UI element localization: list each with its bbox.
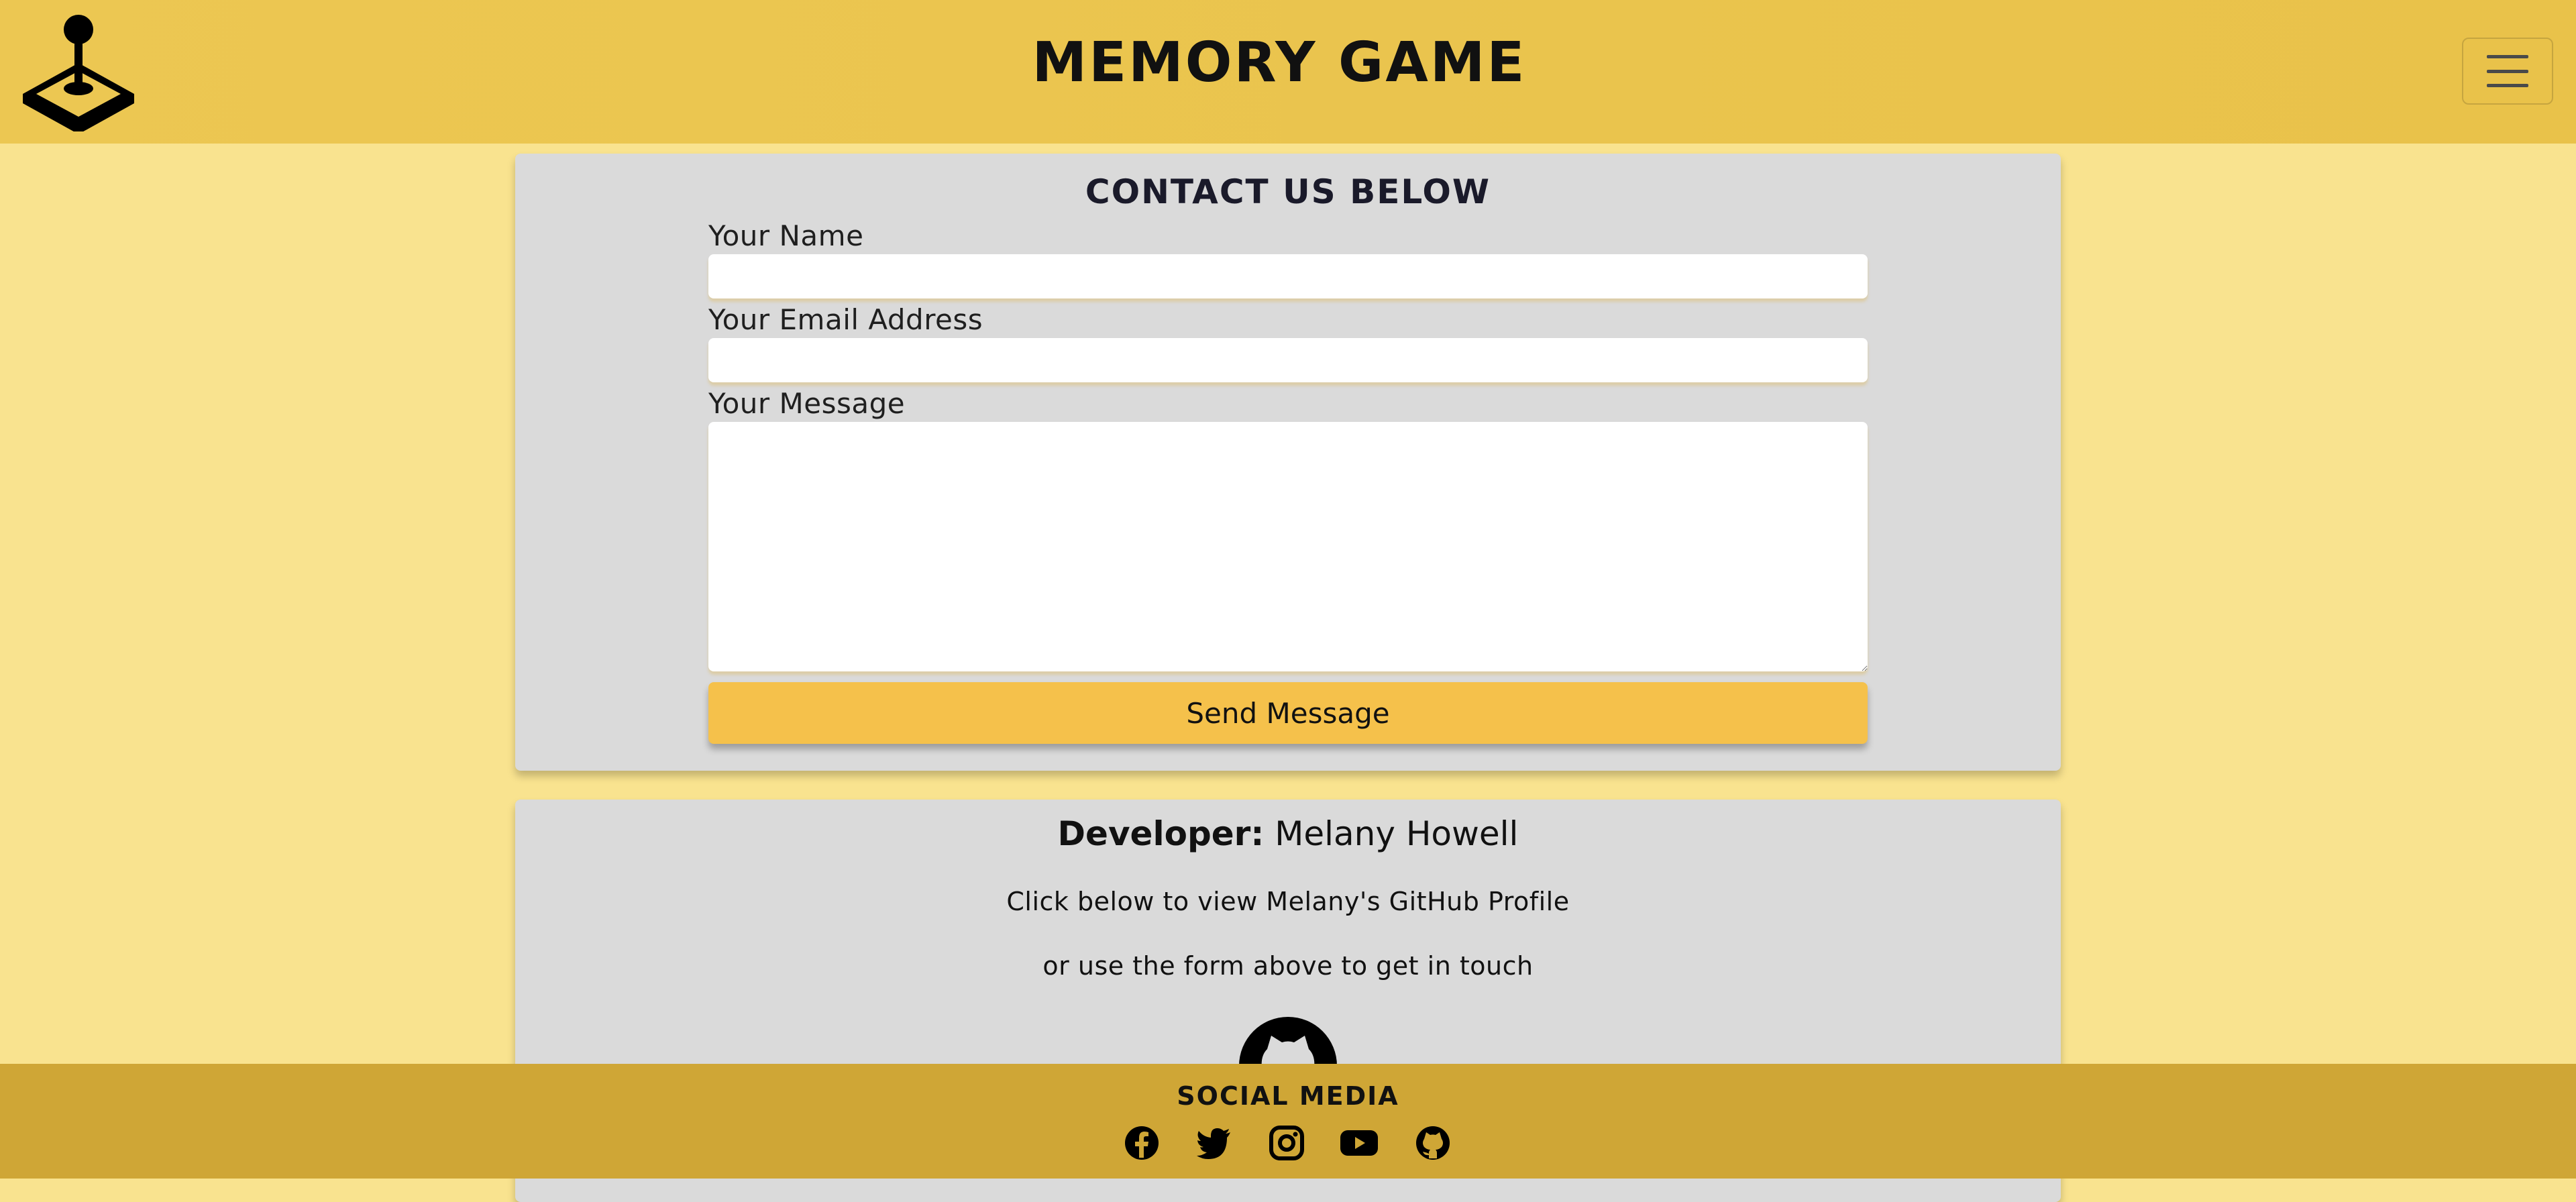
email-input[interactable] xyxy=(708,338,1868,382)
social-links xyxy=(0,1124,2576,1164)
message-textarea[interactable] xyxy=(708,422,1868,671)
message-label: Your Message xyxy=(708,387,906,420)
youtube-icon[interactable] xyxy=(1339,1124,1379,1162)
contact-heading: CONTACT US BELOW xyxy=(1085,172,1491,211)
developer-name: Melany Howell xyxy=(1275,814,1519,853)
twitter-icon[interactable] xyxy=(1195,1124,1233,1162)
site-title: MEMORY GAME xyxy=(1032,31,1527,95)
instagram-icon[interactable] xyxy=(1268,1124,1305,1162)
contact-form-card: CONTACT US BELOW Your Name Your Email Ad… xyxy=(515,154,2061,771)
github-prompt-text: Click below to view Melany's GitHub Prof… xyxy=(1006,887,1570,916)
contact-prompt-text: or use the form above to get in touch xyxy=(1042,951,1534,981)
facebook-icon[interactable] xyxy=(1123,1124,1161,1162)
menu-toggle-button[interactable] xyxy=(2462,38,2553,105)
github-icon[interactable] xyxy=(1414,1124,1452,1162)
footer: SOCIAL MEDIA xyxy=(0,1064,2576,1179)
footer-title: SOCIAL MEDIA xyxy=(1177,1081,1399,1111)
email-label: Your Email Address xyxy=(708,303,983,336)
top-navbar: MEMORY GAME xyxy=(0,0,2576,144)
send-message-button[interactable]: Send Message xyxy=(708,682,1868,744)
name-label: Your Name xyxy=(708,219,864,252)
name-input[interactable] xyxy=(708,254,1868,298)
developer-credit: Developer: Melany Howell xyxy=(515,814,2061,853)
developer-label: Developer: xyxy=(1057,814,1265,853)
hamburger-menu-icon xyxy=(2487,55,2528,87)
